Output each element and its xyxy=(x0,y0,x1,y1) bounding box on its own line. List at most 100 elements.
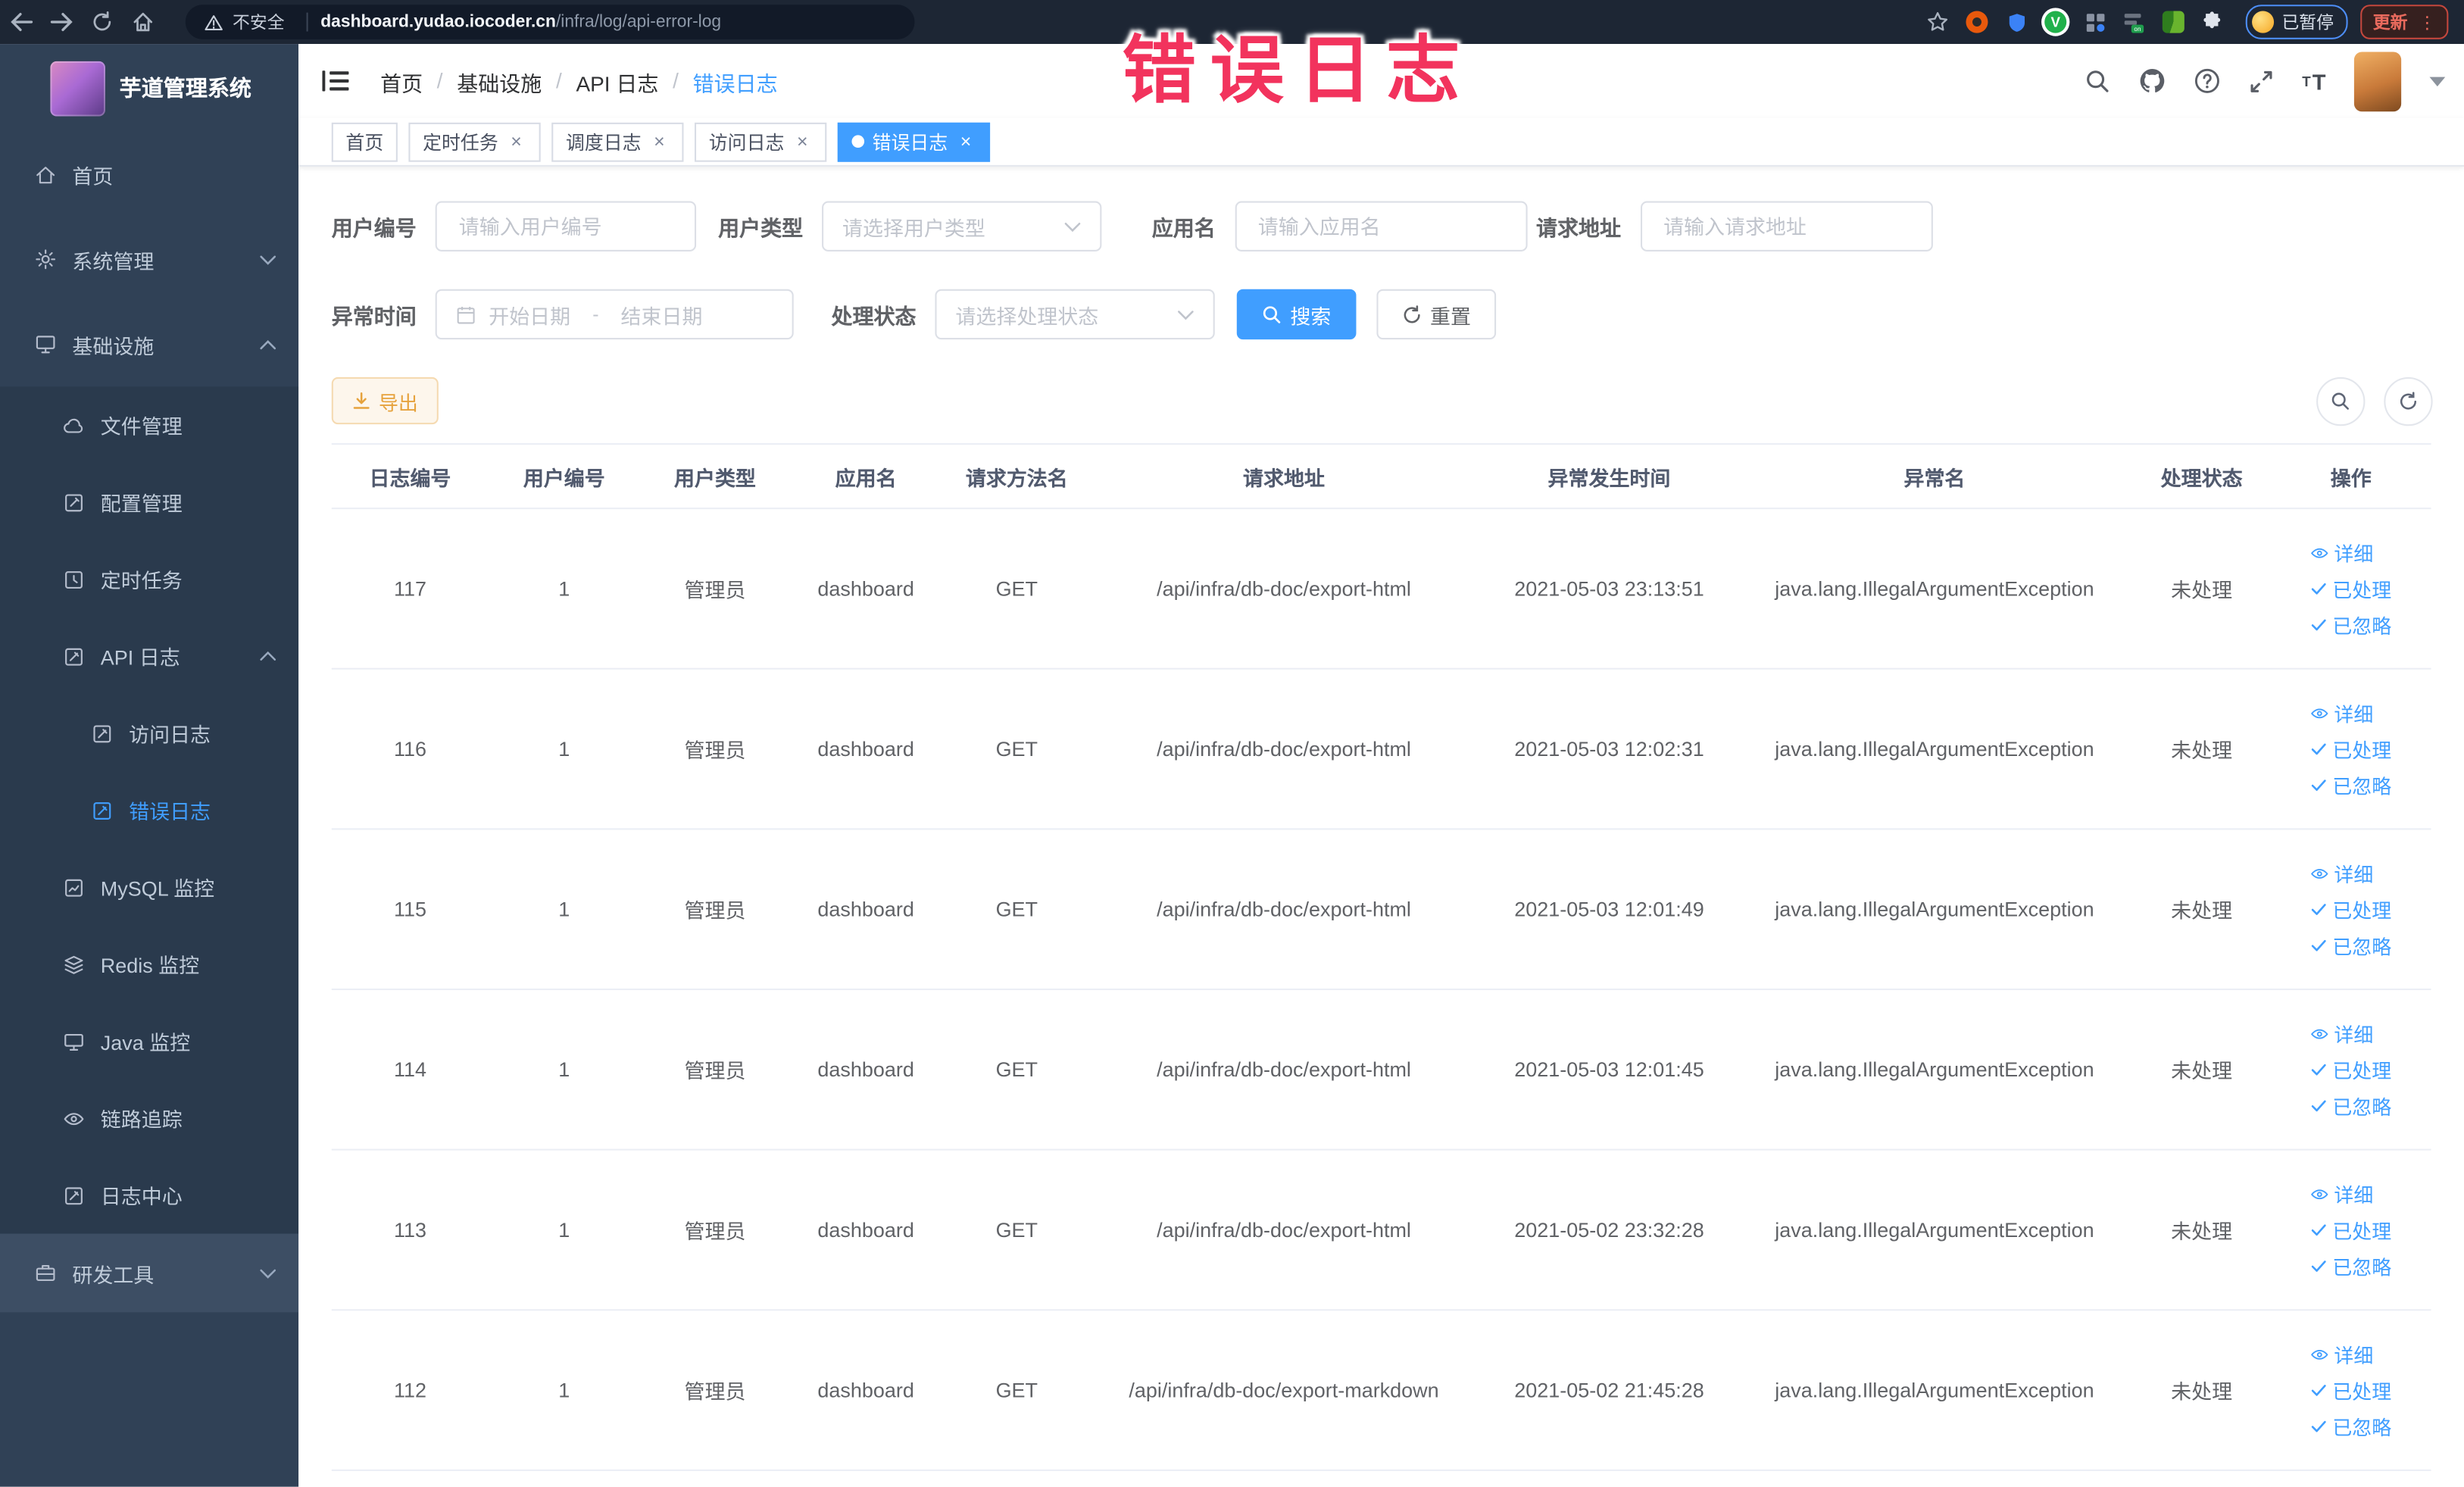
sidebar-item-mysql[interactable]: MySQL 监控 xyxy=(0,848,298,926)
search-button[interactable]: 搜索 xyxy=(1236,289,1357,340)
extension-grid-icon[interactable] xyxy=(2078,5,2113,39)
profile-paused-badge[interactable]: 已暂停 xyxy=(2245,5,2348,39)
sidebar-item-java[interactable]: Java 监控 xyxy=(0,1003,298,1080)
sidebar-item-job[interactable]: 定时任务 xyxy=(0,541,298,618)
toolbox-icon xyxy=(35,1262,57,1284)
request-url-input[interactable] xyxy=(1660,213,1912,240)
cell-exception: java.lang.IllegalArgumentException xyxy=(1775,1217,2094,1242)
browser-home-icon[interactable] xyxy=(123,5,164,39)
security-label[interactable]: 不安全 xyxy=(233,9,284,34)
tab-job-log[interactable]: 调度日志 × xyxy=(551,121,684,161)
tab-access-log[interactable]: 访问日志 × xyxy=(695,121,827,161)
sidebar-item-api-log[interactable]: API 日志 xyxy=(0,617,298,695)
refresh-table-button[interactable] xyxy=(2384,376,2433,426)
cell-status: 未处理 xyxy=(2171,739,2233,763)
detail-link[interactable]: 详细 xyxy=(2310,1339,2373,1369)
mark-processed-link[interactable]: 已处理 xyxy=(2310,1054,2391,1084)
hide-search-button[interactable] xyxy=(2316,376,2366,426)
detail-link[interactable]: 详细 xyxy=(2310,698,2373,727)
mark-ignored-link[interactable]: 已忽略 xyxy=(2310,1411,2391,1441)
mark-processed-link[interactable]: 已处理 xyxy=(2310,734,2391,764)
tab-home[interactable]: 首页 xyxy=(331,121,398,161)
detail-link[interactable]: 详细 xyxy=(2310,538,2373,567)
extension-on-badge-icon[interactable]: on xyxy=(2117,5,2152,39)
mark-ignored-link[interactable]: 已忽略 xyxy=(2310,1251,2391,1280)
extension-shield-icon[interactable] xyxy=(1999,5,2034,39)
mark-processed-link[interactable]: 已处理 xyxy=(2310,1215,2391,1245)
layers-icon xyxy=(63,953,85,975)
browser-back-icon[interactable] xyxy=(0,5,41,39)
user-avatar[interactable] xyxy=(2353,51,2402,111)
extension-leaf-icon[interactable] xyxy=(2156,5,2191,39)
calendar-icon xyxy=(456,304,476,324)
tab-close-icon[interactable]: × xyxy=(649,131,670,152)
user-type-select[interactable]: 请选择用户类型 xyxy=(822,201,1102,251)
check-icon xyxy=(2310,1382,2328,1399)
exception-time-range-picker[interactable]: 开始日期 - 结束日期 xyxy=(435,289,794,340)
sidebar-item-config[interactable]: 配置管理 xyxy=(0,464,298,541)
breadcrumb-home[interactable]: 首页 xyxy=(380,65,423,96)
mark-ignored-link[interactable]: 已忽略 xyxy=(2310,1091,2391,1120)
tab-close-icon[interactable]: × xyxy=(506,131,526,152)
browser-menu-kebab-icon[interactable]: ⋮ xyxy=(2419,12,2436,33)
url-path[interactable]: /infra/log/api-error-log xyxy=(556,13,721,32)
mark-ignored-link[interactable]: 已忽略 xyxy=(2310,930,2391,960)
sidebar-toggle-icon[interactable] xyxy=(322,69,349,92)
browser-forward-icon[interactable] xyxy=(41,5,82,39)
text-size-icon[interactable]: TT xyxy=(2302,68,2325,93)
browser-reload-icon[interactable] xyxy=(82,5,123,39)
cell-status: 未处理 xyxy=(2171,578,2233,602)
detail-link[interactable]: 详细 xyxy=(2310,858,2373,888)
sidebar-item-dev-tools[interactable]: 研发工具 xyxy=(0,1233,299,1313)
tab-error-log[interactable]: 错误日志 × xyxy=(837,121,991,161)
table-body: 117 1 管理员 dashboard GET /api/infra/db-do… xyxy=(331,509,2431,1471)
sidebar-item-log-center[interactable]: 日志中心 xyxy=(0,1157,298,1234)
extensions-puzzle-icon[interactable] xyxy=(2195,5,2230,39)
tab-close-icon[interactable]: × xyxy=(956,131,976,152)
fullscreen-icon[interactable] xyxy=(2249,68,2274,93)
table-row: 114 1 管理员 dashboard GET /api/infra/db-do… xyxy=(331,990,2431,1151)
extension-green-v-icon[interactable]: V xyxy=(2038,5,2073,39)
detail-link[interactable]: 详细 xyxy=(2310,1018,2373,1048)
cell-actions: 详细 已处理 已忽略 xyxy=(2277,538,2425,640)
chevron-down-icon xyxy=(1064,220,1082,232)
sidebar-item-home[interactable]: 首页 xyxy=(0,132,298,217)
breadcrumb-api-log[interactable]: API 日志 xyxy=(576,65,658,96)
reset-button[interactable]: 重置 xyxy=(1376,289,1497,340)
mark-processed-link[interactable]: 已处理 xyxy=(2310,573,2391,603)
mark-ignored-link[interactable]: 已忽略 xyxy=(2310,770,2391,800)
user-type-label: 用户类型 xyxy=(718,217,804,241)
mark-processed-link[interactable]: 已处理 xyxy=(2310,895,2391,924)
cloud-icon xyxy=(63,414,85,436)
url-host[interactable]: dashboard.yudao.iocoder.cn xyxy=(320,13,556,32)
bookmark-star-icon[interactable] xyxy=(1920,5,1955,39)
extension-orange-icon[interactable] xyxy=(1960,5,1994,39)
doc-edit-icon xyxy=(91,722,113,744)
github-icon[interactable] xyxy=(2139,67,2166,94)
browser-update-button[interactable]: 更新 ⋮ xyxy=(2360,5,2449,39)
sidebar-item-system[interactable]: 系统管理 xyxy=(0,217,298,301)
breadcrumb-infra[interactable]: 基础设施 xyxy=(457,65,542,96)
mark-ignored-link[interactable]: 已忽略 xyxy=(2310,610,2391,639)
sidebar-logo[interactable]: 芋道管理系统 xyxy=(0,44,298,132)
tab-close-icon[interactable]: × xyxy=(792,131,813,152)
user-id-input[interactable] xyxy=(455,213,676,240)
app-name-input[interactable] xyxy=(1254,213,1507,240)
mark-processed-link[interactable]: 已处理 xyxy=(2310,1375,2391,1404)
sidebar-item-infra[interactable]: 基础设施 xyxy=(0,301,298,386)
sidebar-item-file[interactable]: 文件管理 xyxy=(0,386,298,464)
sidebar-item-redis[interactable]: Redis 监控 xyxy=(0,926,298,1003)
sidebar-item-error-log[interactable]: 错误日志 xyxy=(0,772,298,849)
process-status-select[interactable]: 请选择处理状态 xyxy=(935,289,1215,340)
sidebar-item-access-log[interactable]: 访问日志 xyxy=(0,695,298,772)
header-search-icon[interactable] xyxy=(2085,68,2110,93)
sidebar-item-trace[interactable]: 链路追踪 xyxy=(0,1079,298,1157)
export-button[interactable]: 导出 xyxy=(331,376,439,425)
tab-job[interactable]: 定时任务 × xyxy=(408,121,541,161)
col-time: 异常发生时间 xyxy=(1547,466,1671,490)
cell-log-id: 117 xyxy=(393,576,426,601)
help-icon[interactable] xyxy=(2194,67,2220,94)
detail-link[interactable]: 详细 xyxy=(2310,1179,2373,1208)
user-menu-caret-icon[interactable] xyxy=(2429,76,2446,86)
address-bar[interactable]: 不安全 dashboard.yudao.iocoder.cn/infra/log… xyxy=(185,5,915,39)
